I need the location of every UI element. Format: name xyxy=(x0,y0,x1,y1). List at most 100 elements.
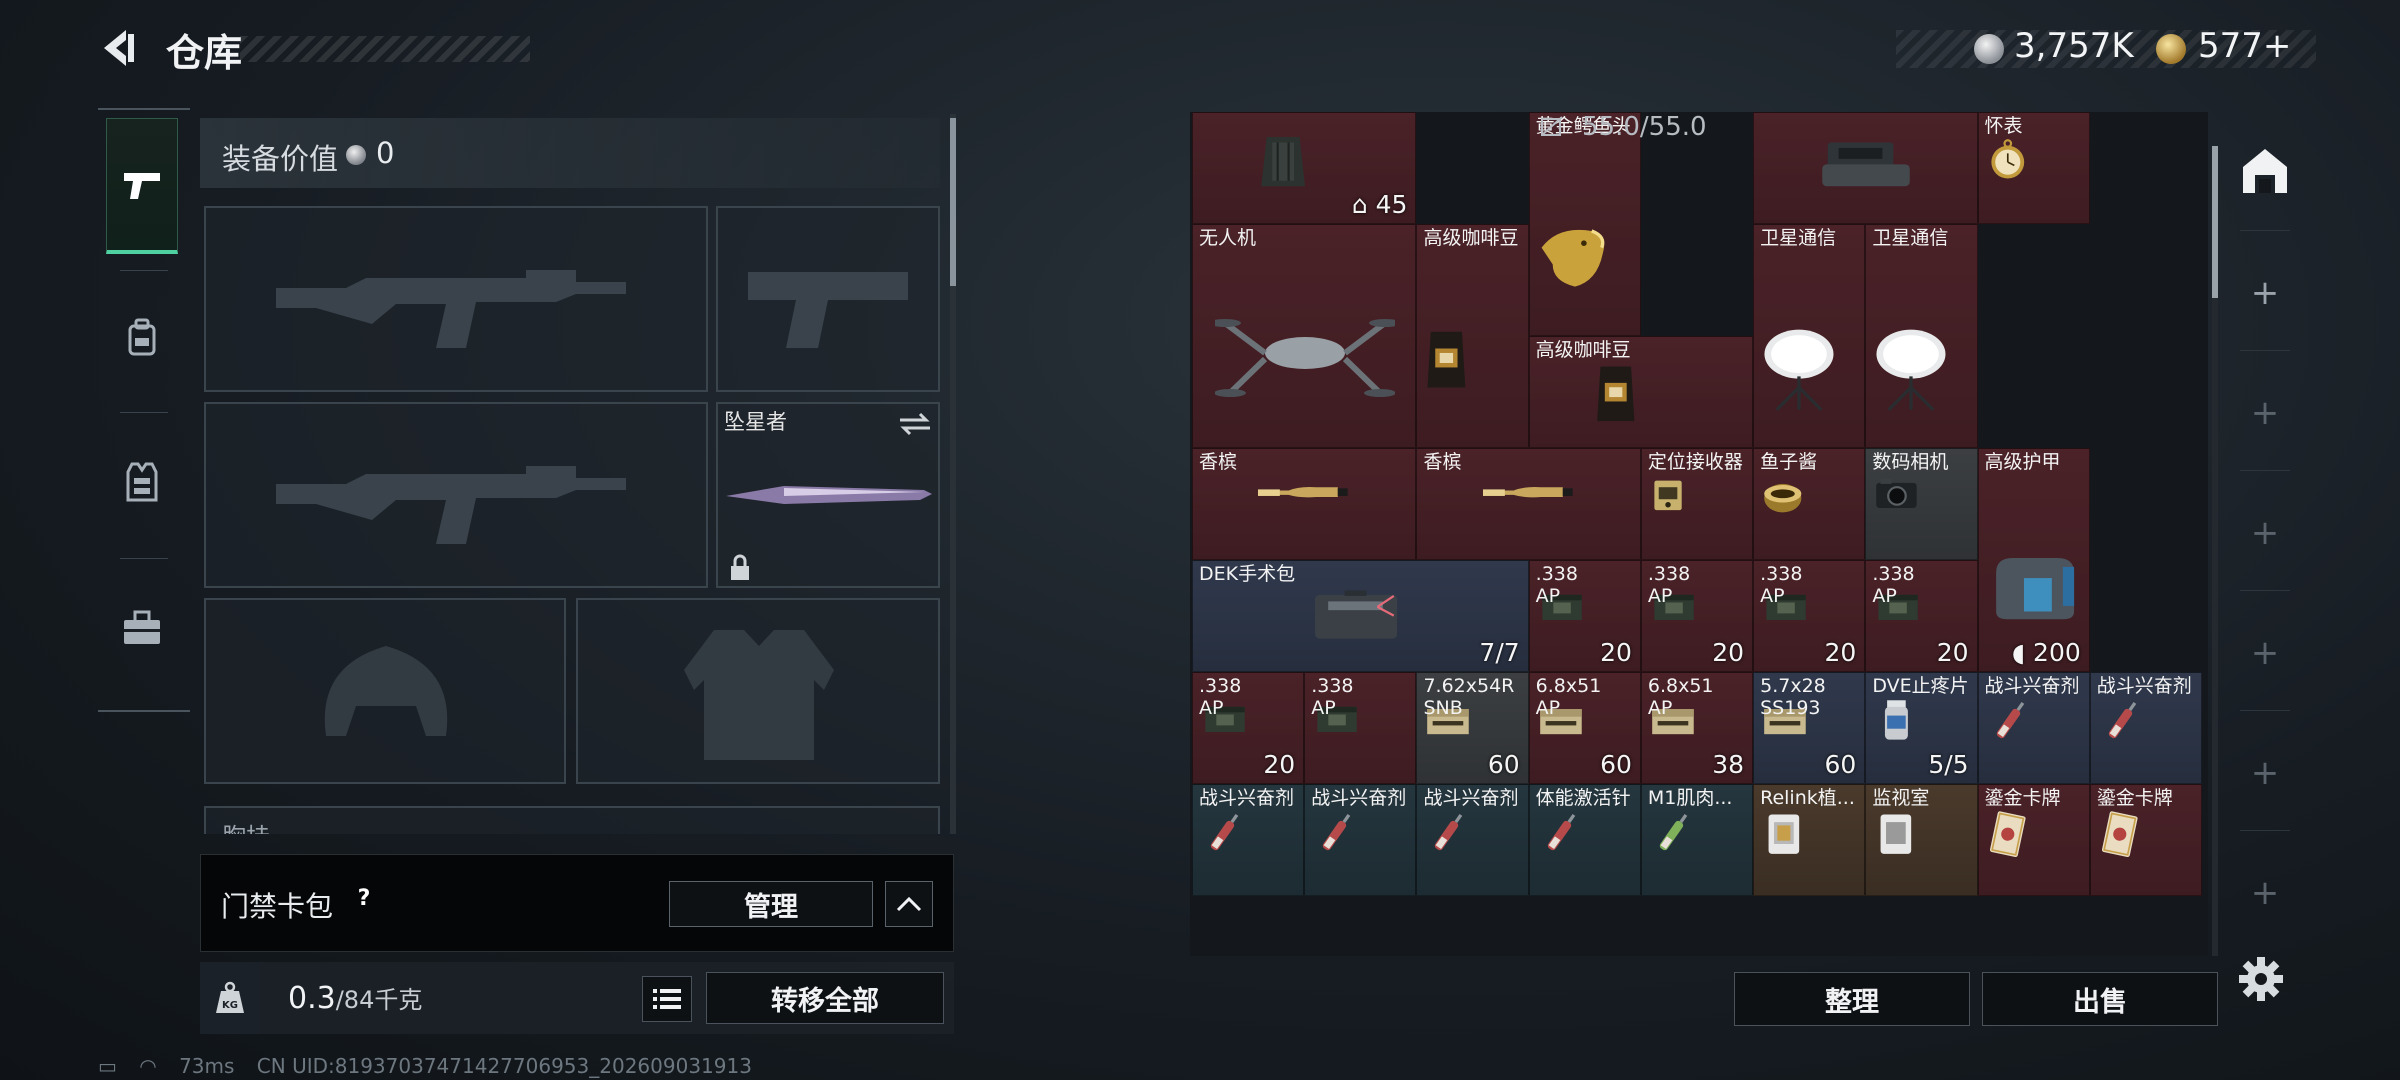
storage-item[interactable]: .338 AP 20 xyxy=(1528,560,1641,672)
storage-item[interactable]: 5.7x28 SS193 60 xyxy=(1753,672,1866,784)
back-arrow-icon[interactable] xyxy=(96,24,144,72)
tab-case[interactable] xyxy=(106,560,178,696)
storage-item[interactable]: 定位接收器 xyxy=(1640,448,1754,560)
storage-item[interactable]: .338 AP 20 xyxy=(1640,560,1754,672)
add-tab-button[interactable]: + xyxy=(2248,513,2282,553)
coffee-bag-icon xyxy=(1427,331,1466,388)
storage-item[interactable]: ⌂ 45 xyxy=(1192,112,1417,224)
silver-amount: 3,757K xyxy=(2014,26,2134,66)
storage-item[interactable]: 卫星通信 xyxy=(1753,224,1866,448)
storage-item[interactable]: 战斗兴奋剂 xyxy=(1304,784,1417,896)
storage-item[interactable]: 无人机 xyxy=(1192,224,1417,448)
item-name: 战斗兴奋剂 xyxy=(1984,675,2080,697)
storage-item[interactable]: 体能激活针 xyxy=(1528,784,1641,896)
sell-button[interactable]: 出售 xyxy=(1982,972,2218,1026)
storage-item[interactable]: 战斗兴奋剂 xyxy=(1192,784,1305,896)
item-name: .338 AP xyxy=(1311,675,1354,719)
storage-item[interactable]: 鎏金卡牌 xyxy=(2089,784,2202,896)
collapse-button[interactable] xyxy=(885,881,933,927)
storage-item[interactable]: M1肌肉... xyxy=(1640,784,1754,896)
storage-scroll-thumb[interactable] xyxy=(2212,146,2218,298)
storage-item[interactable]: .338 AP xyxy=(1304,672,1417,784)
storage-item[interactable]: .338 AP 20 xyxy=(1192,672,1305,784)
armor-slot[interactable] xyxy=(576,598,940,784)
storage-item[interactable]: 高级咖啡豆 xyxy=(1416,224,1529,448)
item-name: 香槟 xyxy=(1423,451,1462,473)
uid-text: CN UID:819370374714277069​53_20260903191… xyxy=(256,1054,752,1078)
equipment-value-label: 装备价值 xyxy=(222,142,339,176)
add-tab-button[interactable]: + xyxy=(2248,753,2282,793)
storage-item[interactable] xyxy=(1753,112,1978,224)
add-tab-button[interactable]: + xyxy=(2248,393,2282,433)
storage-item[interactable]: 数码相机 xyxy=(1865,448,1978,560)
storage-item[interactable]: .338 AP 20 xyxy=(1753,560,1866,672)
chest-rig-slot[interactable] xyxy=(204,806,940,834)
tab-weapons[interactable] xyxy=(106,118,178,254)
sidearm-slot[interactable] xyxy=(716,206,940,392)
storage-item[interactable]: 7.62x54R SNB 60 xyxy=(1416,672,1529,784)
sort-button[interactable]: 整理 xyxy=(1734,972,1970,1026)
storage-item[interactable]: 高级护甲 ◖ 200 xyxy=(1977,448,2090,672)
storage-item[interactable]: 香槟 xyxy=(1192,448,1417,560)
list-view-button[interactable] xyxy=(642,976,692,1022)
help-icon[interactable]: ? xyxy=(349,883,379,913)
item-name: 鎏金卡牌 xyxy=(2096,787,2173,809)
storage-item[interactable]: 战斗兴奋剂 xyxy=(1977,672,2090,784)
primary-weapon-slot[interactable] xyxy=(204,206,708,392)
tab-vest[interactable] xyxy=(106,414,178,550)
storage-item[interactable]: 怀表 xyxy=(1977,112,2090,224)
item-count: ◖ 200 xyxy=(2011,638,2081,667)
item-count: 5/5 xyxy=(1928,750,1969,779)
transfer-all-button[interactable]: 转移全部 xyxy=(706,972,944,1024)
storage-item[interactable]: 战斗兴奋剂 xyxy=(1416,784,1529,896)
storage-item[interactable]: Relink植... xyxy=(1753,784,1866,896)
backpack-icon xyxy=(128,318,156,356)
storage-panel: ⌂ 45 黄金鳄鱼头 怀表 无人机 高级咖啡豆 卫星通信 卫星通信 高级咖啡豆 香槟 香槟 定位接收… xyxy=(1190,112,2208,956)
equipment-scroll-thumb[interactable] xyxy=(950,118,956,286)
armor-silhouette-icon xyxy=(684,630,834,760)
item-count: ⌂ 45 xyxy=(1351,190,1408,219)
storage-item[interactable]: 黄金鳄鱼头 xyxy=(1528,112,1641,336)
title-decoration xyxy=(240,36,530,62)
settings-gear-icon[interactable] xyxy=(2236,954,2286,1004)
gold-amount[interactable]: 577+ xyxy=(2198,26,2291,66)
knife-icon xyxy=(726,486,932,504)
item-count: 20 xyxy=(1263,750,1296,779)
storage-item[interactable]: 监视室 xyxy=(1865,784,1978,896)
add-tab-button[interactable]: + xyxy=(2248,273,2282,313)
briefcase-icon xyxy=(124,610,160,644)
secondary-weapon-slot[interactable] xyxy=(204,402,708,588)
storage-item[interactable]: 高级咖啡豆 xyxy=(1528,336,1754,448)
add-tab-button[interactable]: + xyxy=(2248,633,2282,673)
storage-home-tab[interactable] xyxy=(2236,142,2294,200)
card-icon xyxy=(2101,811,2138,858)
melee-slot[interactable]: 坠星者 xyxy=(716,402,940,588)
receiver-icon xyxy=(1654,480,1682,511)
injector-green-icon xyxy=(1659,813,1688,851)
injector-icon xyxy=(1996,701,2024,739)
capacity-icon xyxy=(1541,116,1563,136)
storage-item[interactable]: 香槟 xyxy=(1416,448,1641,560)
tab-backpack[interactable] xyxy=(106,270,178,406)
storage-item[interactable]: 卫星通信 xyxy=(1865,224,1978,448)
storage-item[interactable]: .338 AP 20 xyxy=(1865,560,1978,672)
storage-item[interactable]: 鱼子酱 xyxy=(1753,448,1866,560)
storage-item[interactable]: 6.8x51 AP 60 xyxy=(1528,672,1641,784)
item-count: 38 xyxy=(1712,750,1745,779)
storage-item[interactable]: 6.8x51 AP 38 xyxy=(1640,672,1754,784)
caviar-icon xyxy=(1764,483,1802,513)
chip-icon xyxy=(1768,814,1800,854)
manage-button[interactable]: 管理 xyxy=(669,881,873,927)
storage-item[interactable]: DEK手术包 7/7 xyxy=(1192,560,1529,672)
item-name: .338 AP xyxy=(1535,563,1578,607)
storage-item[interactable]: 鎏金卡牌 xyxy=(1977,784,2090,896)
storage-item[interactable]: DVE止疼片 5/5 xyxy=(1865,672,1978,784)
storage-capacity: 55.0/55.0 xyxy=(1540,112,1707,142)
add-tab-button[interactable]: + xyxy=(2248,873,2282,913)
rail-divider xyxy=(2240,710,2290,711)
storage-item[interactable]: 战斗兴奋剂 xyxy=(2089,672,2202,784)
item-name: 鱼子酱 xyxy=(1760,451,1818,473)
rail-divider xyxy=(2240,590,2290,591)
swap-icon[interactable] xyxy=(898,410,932,438)
helmet-slot[interactable] xyxy=(204,598,566,784)
